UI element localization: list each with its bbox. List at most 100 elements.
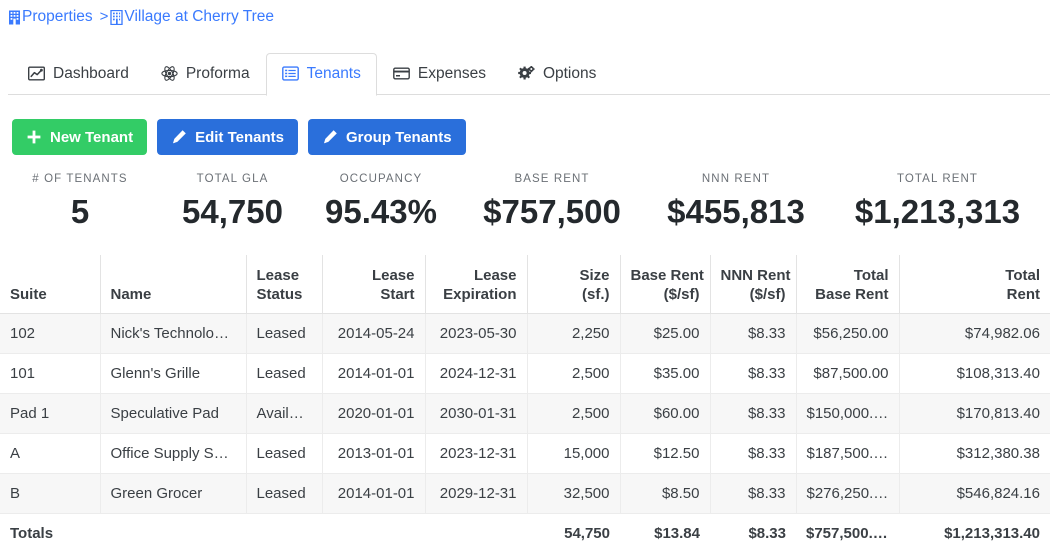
cell-size: 15,000 [527, 433, 621, 474]
totals-size: 54,750 [527, 513, 620, 550]
cell-total-base-rent: $276,250.00 [796, 473, 900, 514]
tab-expenses[interactable]: Expenses [377, 53, 502, 95]
cell-size: 2,250 [527, 313, 621, 354]
cell-suite: A [0, 433, 101, 474]
button-label: Edit Tenants [195, 128, 284, 146]
tab-label: Tenants [306, 65, 361, 82]
header-line-1: Lease [473, 266, 517, 284]
cell-nnn-rent-psf: $8.33 [710, 473, 797, 514]
cell-lease-status: Leased [246, 433, 323, 474]
cell-lease-expiration: 2029-12-31 [425, 473, 528, 514]
breadcrumb-label: Village at Cherry Tree [124, 8, 275, 25]
cell-lease-status: Leased [246, 313, 323, 354]
header-line-2: ($/sf) [749, 285, 786, 303]
totals-lease-status [246, 513, 322, 550]
column-header-total-rent[interactable]: Total Rent [899, 255, 1050, 314]
cell-suite: B [0, 473, 101, 514]
cell-lease-start: 2020-01-01 [322, 393, 426, 434]
credit-card-icon [392, 66, 410, 81]
edit-tenants-button[interactable]: Edit Tenants [157, 119, 298, 155]
tab-proforma[interactable]: Proforma [145, 53, 266, 95]
column-header-lease-start[interactable]: Lease Start [322, 255, 426, 314]
column-header-lease-expiration[interactable]: Lease Expiration [425, 255, 528, 314]
cell-base-rent-psf: $12.50 [620, 433, 711, 474]
list-alt-icon [281, 66, 299, 81]
header-line-1: Size [579, 266, 610, 284]
cell-lease-start: 2013-01-01 [322, 433, 426, 474]
cell-nnn-rent-psf: $8.33 [710, 433, 797, 474]
totals-lease-start [322, 513, 425, 550]
header-line-1: Name [110, 285, 152, 303]
tab-options[interactable]: Options [502, 53, 612, 95]
column-header-name[interactable]: Name [100, 255, 247, 314]
totals-total-rent: $1,213,313.40 [899, 513, 1050, 550]
cell-total-rent: $312,380.38 [899, 433, 1050, 474]
kpi-label: NNN Rent [701, 173, 771, 185]
cell-nnn-rent-psf: $8.33 [710, 393, 797, 434]
cell-base-rent-psf: $60.00 [620, 393, 711, 434]
kpi-total-rent: Total Rent $1,213,313 [825, 172, 1050, 232]
table-row[interactable]: A Office Supply Su… Leased 2013-01-01 20… [0, 433, 1050, 474]
kpi-number-of-tenants: # of Tenants 5 [0, 172, 160, 232]
action-button-row: New Tenant Edit Tenants Group Tenants [12, 119, 466, 155]
totals-lease-expiration [425, 513, 527, 550]
cell-total-base-rent: $56,250.00 [796, 313, 900, 354]
plus-icon [26, 129, 42, 145]
breadcrumb-label: Properties [22, 8, 93, 25]
button-label: Group Tenants [345, 128, 452, 146]
totals-total-base-rent: $757,500.00 [796, 513, 899, 550]
breadcrumb: Properties > Village at Cherry Tree [8, 7, 274, 26]
header-line-2: ($/sf) [663, 285, 700, 303]
tab-tenants[interactable]: Tenants [265, 53, 377, 96]
cell-base-rent-psf: $25.00 [620, 313, 711, 354]
table-row[interactable]: B Green Grocer Leased 2014-01-01 2029-12… [0, 473, 1050, 514]
table-header-row: Suite Name Lease Status Lease Start Leas [0, 255, 1050, 314]
tenants-page: Properties > Village at Cherry Tree Dash… [0, 0, 1050, 550]
kpi-label: # of Tenants [32, 173, 128, 185]
column-header-suite[interactable]: Suite [0, 255, 101, 314]
gears-icon [518, 66, 535, 81]
header-line-1: Lease [256, 266, 300, 284]
column-header-lease-status[interactable]: Lease Status [246, 255, 323, 314]
cell-size: 2,500 [527, 353, 621, 394]
group-tenants-button[interactable]: Group Tenants [307, 119, 466, 155]
tab-dashboard[interactable]: Dashboard [12, 53, 145, 95]
breadcrumb-item-properties[interactable]: Properties [8, 7, 93, 26]
header-line-2: Base Rent [815, 285, 889, 303]
kpi-occupancy: Occupancy 95.43% [305, 172, 457, 232]
table-row[interactable]: Pad 1 Speculative Pad Availa… 2020-01-01… [0, 393, 1050, 434]
cell-lease-expiration: 2023-12-31 [425, 433, 528, 474]
cell-lease-start: 2014-01-01 [322, 353, 426, 394]
tab-label: Proforma [185, 65, 250, 82]
cell-lease-status: Leased [246, 473, 323, 514]
column-header-total-base-rent[interactable]: Total Base Rent [796, 255, 900, 314]
column-header-base-rent-psf[interactable]: Base Rent ($/sf) [620, 255, 711, 314]
breadcrumb-item-village-at-cherry-tree[interactable]: Village at Cherry Tree [110, 7, 274, 26]
header-line-1: Lease [371, 266, 415, 284]
column-header-size[interactable]: Size (sf.) [527, 255, 621, 314]
cell-suite: 102 [0, 313, 101, 354]
cell-total-rent: $108,313.40 [899, 353, 1050, 394]
cell-lease-status: Availa… [246, 393, 323, 434]
table-row[interactable]: 101 Glenn's Grille Leased 2014-01-01 202… [0, 353, 1050, 394]
cell-total-base-rent: $187,500.00 [796, 433, 900, 474]
tab-label: Dashboard [53, 65, 129, 82]
building-icon [8, 10, 21, 25]
cell-lease-start: 2014-05-24 [322, 313, 426, 354]
kpi-value: 54,750 [182, 193, 283, 230]
cell-total-base-rent: $87,500.00 [796, 353, 900, 394]
totals-base-rent-psf: $13.84 [620, 513, 710, 550]
table-row[interactable]: 102 Nick's Technolog… Leased 2014-05-24 … [0, 313, 1050, 354]
kpi-value: $455,813 [667, 193, 805, 230]
kpi-label: Total GLA [196, 173, 269, 185]
table-header: Suite Name Lease Status Lease Start Leas [0, 255, 1050, 314]
cell-lease-expiration: 2023-05-30 [425, 313, 528, 354]
chart-line-icon [28, 66, 45, 81]
header-line-1: NNN Rent [720, 266, 791, 284]
cell-size: 32,500 [527, 473, 621, 514]
header-line-1: Suite [10, 285, 47, 303]
new-tenant-button[interactable]: New Tenant [12, 119, 148, 155]
cell-name: Green Grocer [100, 473, 247, 514]
kpi-value: $1,213,313 [854, 193, 1021, 230]
column-header-nnn-rent-psf[interactable]: NNN Rent ($/sf) [710, 255, 797, 314]
